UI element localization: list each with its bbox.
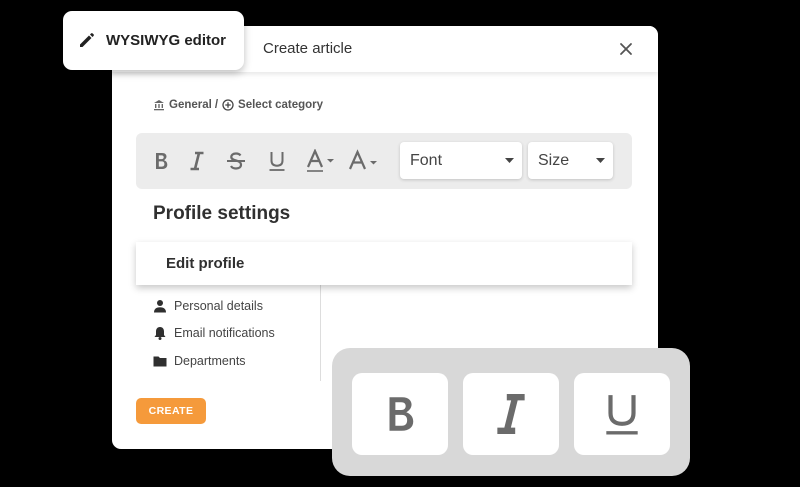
big-italic-button[interactable] bbox=[463, 373, 559, 455]
strikethrough-icon bbox=[227, 152, 245, 170]
nav-item-label: Departments bbox=[174, 354, 246, 368]
nav-item-email-notifications[interactable]: Email notifications bbox=[153, 324, 275, 342]
editor-toolbar: Font Size bbox=[136, 133, 632, 189]
toolbar-italic-button[interactable] bbox=[186, 148, 208, 174]
underline-icon bbox=[606, 395, 638, 435]
folder-icon bbox=[153, 356, 167, 367]
size-select[interactable]: Size bbox=[528, 142, 613, 179]
nav-item-personal-details[interactable]: Personal details bbox=[153, 297, 263, 315]
close-button[interactable] bbox=[616, 39, 636, 59]
bell-icon bbox=[154, 327, 166, 340]
big-bold-button[interactable] bbox=[352, 373, 448, 455]
font-select-value: Font bbox=[410, 151, 443, 169]
breadcrumb-general-label: General bbox=[169, 99, 212, 111]
close-icon bbox=[620, 43, 632, 55]
wysiwyg-editor-label: WYSIWYG editor bbox=[106, 32, 226, 49]
toolbar-bold-button[interactable] bbox=[150, 148, 172, 174]
vertical-divider bbox=[320, 285, 321, 381]
breadcrumb-separator: / bbox=[214, 99, 219, 111]
bank-icon bbox=[154, 100, 164, 111]
person-icon bbox=[154, 300, 166, 313]
create-button[interactable]: CREATE bbox=[136, 398, 206, 424]
edit-profile-bar[interactable]: Edit profile bbox=[136, 242, 632, 285]
toolbar-underline-button[interactable] bbox=[266, 148, 288, 174]
nav-item-label: Email notifications bbox=[174, 326, 275, 340]
big-underline-button[interactable] bbox=[574, 373, 670, 455]
breadcrumb: General / Select category bbox=[153, 97, 323, 113]
select-category-link[interactable]: Select category bbox=[222, 99, 323, 111]
italic-icon bbox=[497, 394, 525, 434]
toolbar-font-size-button[interactable] bbox=[348, 148, 380, 174]
font-select[interactable]: Font bbox=[400, 142, 522, 179]
italic-icon bbox=[190, 151, 204, 171]
font-color-icon bbox=[306, 149, 334, 172]
edit-profile-label: Edit profile bbox=[166, 255, 245, 272]
font-size-icon bbox=[348, 149, 377, 170]
add-circle-icon bbox=[222, 99, 234, 111]
format-buttons-panel bbox=[332, 348, 690, 476]
wysiwyg-editor-tag: WYSIWYG editor bbox=[63, 11, 244, 70]
bold-icon bbox=[389, 397, 414, 431]
dialog-title: Create article bbox=[263, 40, 353, 57]
bold-icon bbox=[156, 153, 168, 169]
nav-item-departments[interactable]: Departments bbox=[153, 352, 246, 370]
pencil-icon bbox=[80, 33, 94, 47]
toolbar-font-color-button[interactable] bbox=[306, 148, 338, 174]
chevron-down-icon bbox=[505, 158, 514, 163]
size-select-value: Size bbox=[538, 151, 570, 169]
nav-item-label: Personal details bbox=[174, 299, 263, 313]
section-title: Profile settings bbox=[153, 203, 291, 224]
breadcrumb-general[interactable]: General bbox=[153, 99, 212, 111]
toolbar-strikethrough-button[interactable] bbox=[224, 148, 248, 174]
select-category-label: Select category bbox=[238, 99, 324, 111]
chevron-down-icon bbox=[596, 158, 605, 163]
underline-icon bbox=[269, 152, 285, 171]
